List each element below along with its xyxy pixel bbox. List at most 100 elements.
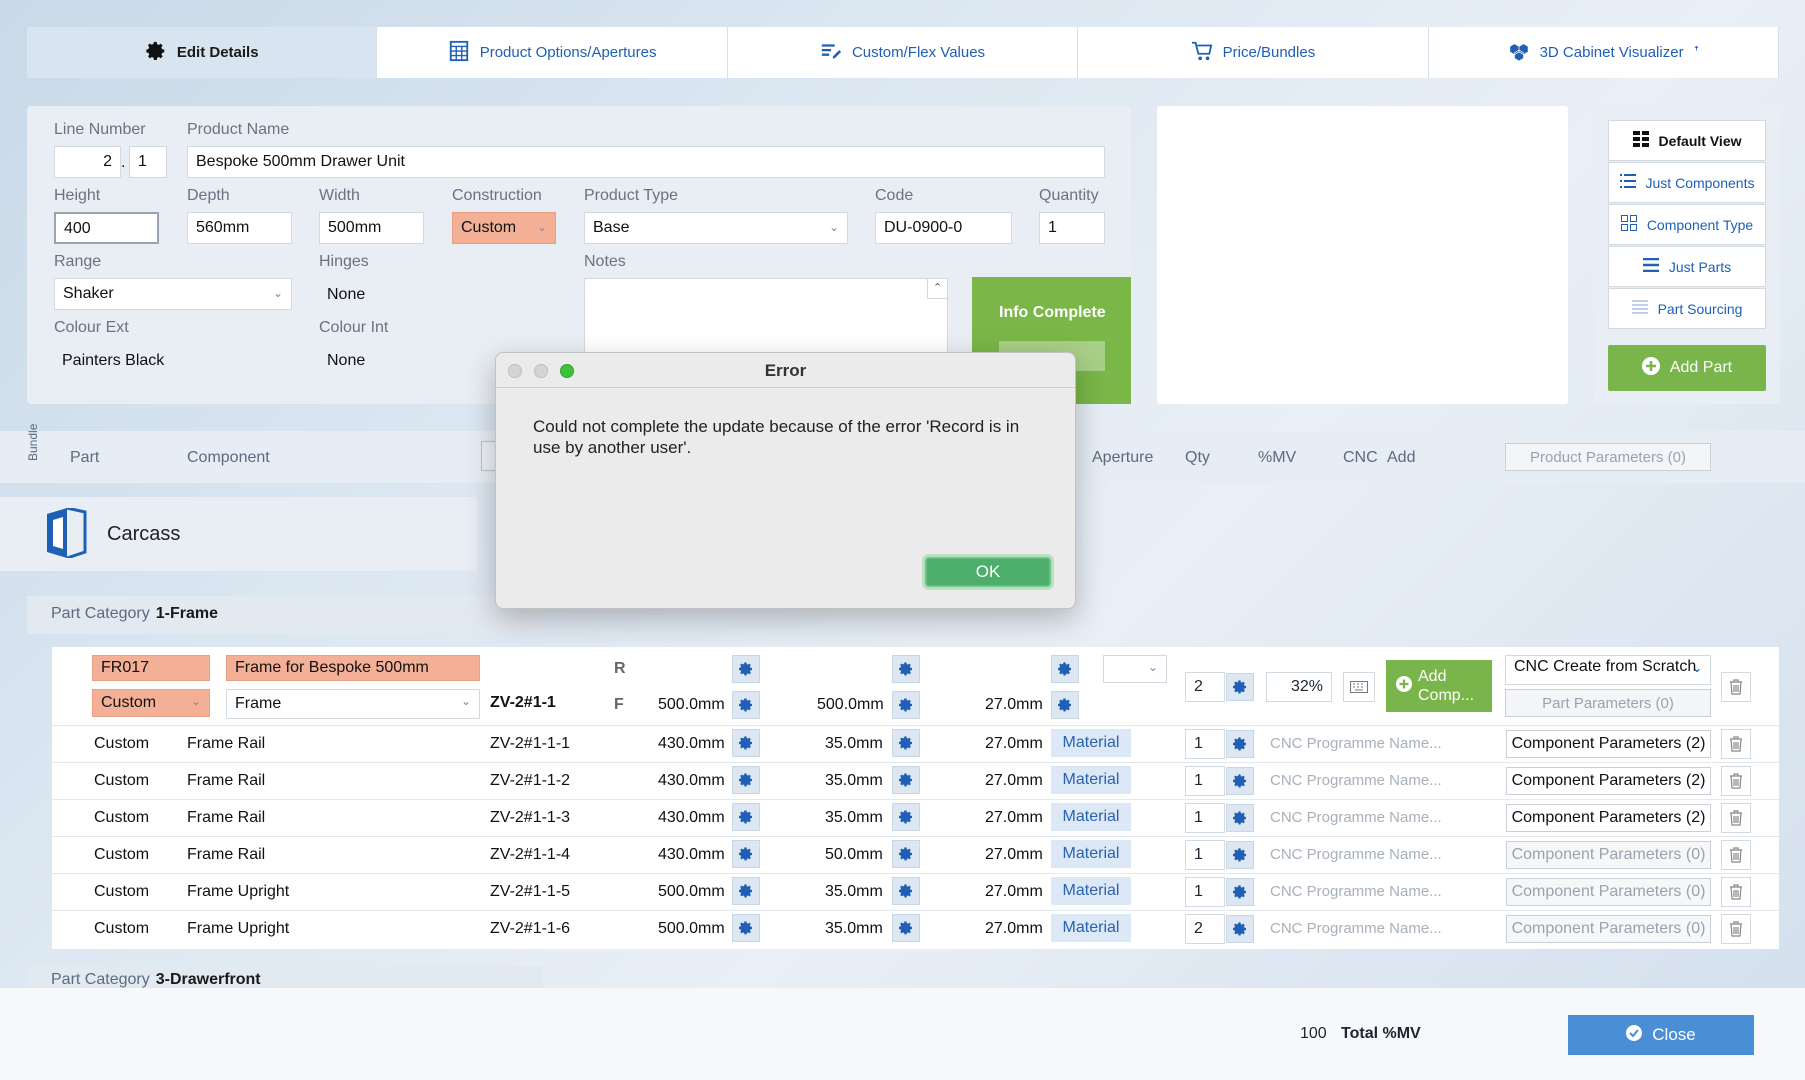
row-component-name: Frame Upright <box>187 920 290 937</box>
product-type-select[interactable]: Base ⌄ <box>584 212 848 244</box>
frame-code-input[interactable]: FR017 <box>92 655 210 681</box>
cnc-programme-input[interactable]: CNC Programme Name... <box>1270 846 1442 863</box>
component-parameters-button[interactable]: Component Parameters (0) <box>1506 915 1711 943</box>
cnc-programme-input[interactable]: CNC Programme Name... <box>1270 735 1442 752</box>
width-input[interactable]: 500mm <box>319 212 424 244</box>
lines-thin-icon <box>1631 300 1648 317</box>
tab-product-options[interactable]: Product Options/Apertures <box>377 27 728 78</box>
row-delete-trash-icon[interactable] <box>1721 914 1751 944</box>
row-qty-input[interactable]: 1 <box>1185 729 1225 759</box>
row-delete-trash-icon[interactable] <box>1721 729 1751 759</box>
cnc-programme-input[interactable]: CNC Programme Name... <box>1270 772 1442 789</box>
part-parameters-button[interactable]: Part Parameters (0) <box>1505 689 1711 717</box>
row-dim1-gear-icon[interactable] <box>732 803 760 831</box>
frame-f3-settings-gear-icon[interactable] <box>1051 691 1079 719</box>
tab-edit-details[interactable]: Edit Details <box>27 27 378 78</box>
component-parameters-button[interactable]: Component Parameters (2) <box>1506 730 1711 758</box>
cnc-programme-input[interactable]: CNC Programme Name... <box>1270 920 1442 937</box>
cnc-select[interactable]: CNC Create from Scratch ⌄ <box>1505 655 1711 685</box>
material-button[interactable]: Material <box>1051 729 1131 757</box>
cnc-programme-input[interactable]: CNC Programme Name... <box>1270 809 1442 826</box>
line-number-minor-input[interactable]: 1 <box>129 146 167 178</box>
add-part-button[interactable]: Add Part <box>1608 345 1766 391</box>
quantity-input[interactable]: 1 <box>1039 212 1105 244</box>
row-delete-trash-icon[interactable] <box>1721 877 1751 907</box>
row-dim2-gear-icon[interactable] <box>892 729 920 757</box>
row-dim3: 27.0mm <box>985 735 1043 752</box>
row-qty-input[interactable]: 2 <box>1185 914 1225 944</box>
row-dim1-gear-icon[interactable] <box>732 766 760 794</box>
frame-mv-input[interactable]: 32% <box>1266 672 1332 702</box>
depth-input[interactable]: 560mm <box>187 212 292 244</box>
frame-r2-settings-gear-icon[interactable] <box>892 655 920 683</box>
just-components-button[interactable]: Just Components <box>1608 162 1766 203</box>
component-parameters-button[interactable]: Component Parameters (2) <box>1506 767 1711 795</box>
construction-select[interactable]: Custom ⌄ <box>452 212 556 244</box>
frame-qty-input[interactable]: 2 <box>1185 672 1225 702</box>
row-qty-gear-icon[interactable] <box>1226 730 1254 758</box>
component-parameters-button[interactable]: Component Parameters (2) <box>1506 804 1711 832</box>
row-qty-input[interactable]: 1 <box>1185 877 1225 907</box>
row-dim1-gear-icon[interactable] <box>732 840 760 868</box>
row-qty-gear-icon[interactable] <box>1226 878 1254 906</box>
close-button[interactable]: Close <box>1568 1015 1754 1055</box>
material-button[interactable]: Material <box>1051 766 1131 794</box>
row-delete-trash-icon[interactable] <box>1721 840 1751 870</box>
line-number-major-input[interactable]: 2 <box>54 146 121 178</box>
frame-f1-settings-gear-icon[interactable] <box>732 691 760 719</box>
dialog-divider <box>496 387 1075 388</box>
tab-price-bundles[interactable]: Price/Bundles <box>1078 27 1429 78</box>
tab-3d-visualizer[interactable]: 3D Cabinet Visualizer ꜛ <box>1428 27 1780 78</box>
row-dim2-gear-icon[interactable] <box>892 914 920 942</box>
row-dim2-gear-icon[interactable] <box>892 803 920 831</box>
scroll-up-arrow[interactable]: ⌃ <box>927 279 947 299</box>
frame-r1-settings-gear-icon[interactable] <box>732 655 760 683</box>
row-dim1-gear-icon[interactable] <box>732 914 760 942</box>
row-qty-input[interactable]: 1 <box>1185 840 1225 870</box>
ok-button[interactable]: OK <box>925 557 1051 587</box>
row-dim3: 27.0mm <box>985 920 1043 937</box>
material-button[interactable]: Material <box>1051 914 1131 942</box>
frame-r3-settings-gear-icon[interactable] <box>1051 655 1079 683</box>
product-parameters-button[interactable]: Product Parameters (0) <box>1505 443 1711 471</box>
row-delete-trash-icon[interactable] <box>1721 766 1751 796</box>
just-parts-button[interactable]: Just Parts <box>1608 246 1766 287</box>
row-qty-input[interactable]: 1 <box>1185 766 1225 796</box>
row-qty-gear-icon[interactable] <box>1226 915 1254 943</box>
frame-delete-trash-icon[interactable] <box>1721 672 1751 702</box>
height-input[interactable]: 400 <box>54 212 159 244</box>
add-component-button[interactable]: Add Comp... <box>1386 660 1492 712</box>
row-dim1-gear-icon[interactable] <box>732 729 760 757</box>
row-delete-trash-icon[interactable] <box>1721 803 1751 833</box>
frame-name-input[interactable]: Frame for Bespoke 500mm <box>226 655 480 681</box>
carcass-section[interactable]: Carcass <box>0 497 477 571</box>
part-sourcing-button[interactable]: Part Sourcing <box>1608 288 1766 329</box>
material-button[interactable]: Material <box>1051 803 1131 831</box>
row-dim2-gear-icon[interactable] <box>892 840 920 868</box>
product-name-input[interactable]: Bespoke 500mm Drawer Unit <box>187 146 1105 178</box>
tab-custom-flex[interactable]: Custom/Flex Values <box>727 27 1079 78</box>
component-type-button[interactable]: Component Type <box>1608 204 1766 245</box>
frame-type-select[interactable]: Frame ⌄ <box>226 689 480 719</box>
range-select[interactable]: Shaker ⌄ <box>54 278 292 310</box>
row-dim1-gear-icon[interactable] <box>732 877 760 905</box>
aperture-select[interactable]: ⌄ <box>1103 655 1167 683</box>
frame-qty-gear-icon[interactable] <box>1226 673 1254 701</box>
row-qty-gear-icon[interactable] <box>1226 804 1254 832</box>
frame-construction-select[interactable]: Custom ⌄ <box>92 689 210 717</box>
material-button[interactable]: Material <box>1051 840 1131 868</box>
keyboard-icon[interactable] <box>1343 672 1375 702</box>
row-qty-gear-icon[interactable] <box>1226 767 1254 795</box>
tab-label: Product Options/Apertures <box>479 44 657 61</box>
row-dim2-gear-icon[interactable] <box>892 877 920 905</box>
default-view-button[interactable]: Default View <box>1608 120 1766 161</box>
row-qty-input[interactable]: 1 <box>1185 803 1225 833</box>
code-input[interactable]: DU-0900-0 <box>875 212 1012 244</box>
row-qty-gear-icon[interactable] <box>1226 841 1254 869</box>
cnc-programme-input[interactable]: CNC Programme Name... <box>1270 883 1442 900</box>
row-dim2-gear-icon[interactable] <box>892 766 920 794</box>
frame-f2-settings-gear-icon[interactable] <box>892 691 920 719</box>
component-parameters-button[interactable]: Component Parameters (0) <box>1506 841 1711 869</box>
component-parameters-button[interactable]: Component Parameters (0) <box>1506 878 1711 906</box>
material-button[interactable]: Material <box>1051 877 1131 905</box>
